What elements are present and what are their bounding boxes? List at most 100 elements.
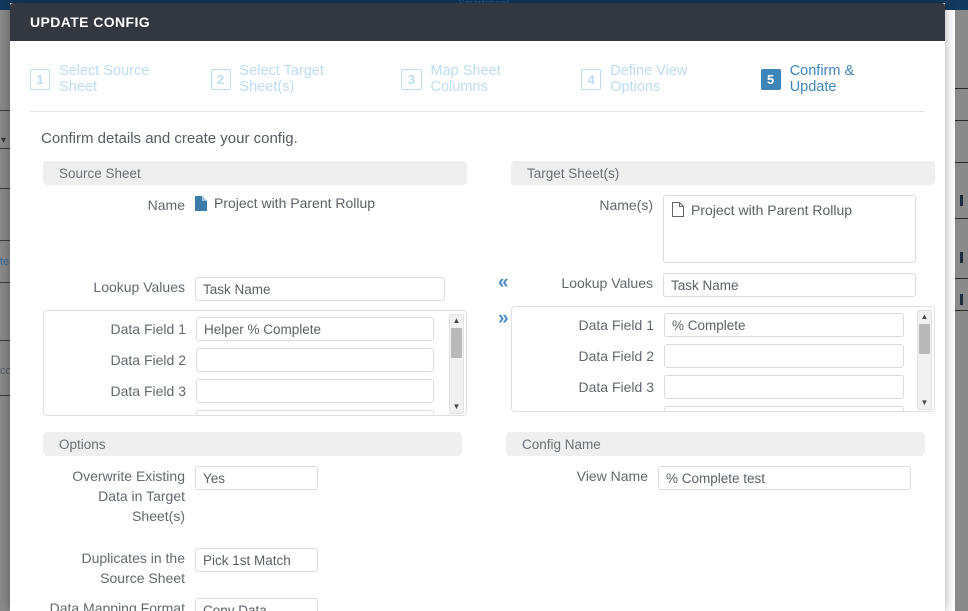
double-chevron-right-icon[interactable]: »: [498, 309, 509, 328]
source-data-fields-panel: Data Field 1 Helper % Complete Data Fiel…: [43, 310, 467, 416]
target-column: Target Sheet(s) Name(s) Project with Par…: [511, 161, 935, 416]
option-duplicates-input[interactable]: Pick 1st Match: [195, 548, 318, 572]
target-name-list[interactable]: Project with Parent Rollup: [663, 195, 916, 263]
step-3-number: 3: [401, 68, 422, 90]
step-4-label: Define View Options: [610, 63, 688, 95]
document-outline-icon: [672, 202, 684, 217]
source-lookup-input[interactable]: Task Name: [195, 277, 445, 301]
target-lookup-input[interactable]: Task Name: [663, 273, 916, 297]
step-1-number: 1: [30, 68, 51, 90]
target-data-field-3-label: Data Field 3: [578, 379, 654, 395]
source-section-header: Source Sheet: [43, 161, 467, 185]
source-data-field-row-3: Data Field 3: [44, 379, 466, 403]
view-name-value: % Complete test: [666, 470, 766, 486]
option-mapping-format-input[interactable]: Copy Data: [195, 598, 318, 611]
step-4-number: 4: [581, 68, 602, 90]
step-1[interactable]: 1 Select Source Sheet: [30, 63, 185, 95]
scroll-down-icon[interactable]: ▼: [453, 403, 461, 411]
scroll-down-icon[interactable]: ▼: [921, 399, 929, 407]
step-3[interactable]: 3 Map Sheet Columns: [401, 63, 555, 95]
option-row-duplicates: Duplicates in the Source Sheet Pick 1st …: [43, 548, 462, 588]
page-root: Smartsheet ▾ te co UPDATE CONFIG: [0, 0, 968, 611]
target-data-field-4-input[interactable]: [664, 406, 904, 411]
source-data-field-3-input[interactable]: [196, 379, 434, 403]
target-lookup-value: Task Name: [671, 277, 739, 293]
target-data-field-1-value: % Complete: [672, 317, 746, 333]
source-data-field-2-input[interactable]: [196, 348, 434, 372]
target-data-field-3-input[interactable]: [664, 375, 904, 399]
target-data-field-row-2: Data Field 2: [512, 344, 934, 368]
source-name-row: Name Project with Parent Rollup: [43, 195, 467, 215]
target-data-fields-panel: Data Field 1 % Complete Data Field 2 Dat…: [511, 306, 935, 412]
source-data-field-1-input[interactable]: Helper % Complete: [196, 317, 434, 341]
options-column: Options Overwrite Existing Data in Targe…: [43, 432, 462, 611]
target-data-field-2-label: Data Field 2: [578, 348, 654, 364]
config-name-section-title: Config Name: [522, 436, 601, 452]
intro-text: Confirm details and create your config.: [41, 130, 298, 147]
option-mapping-format-value: Copy Data: [203, 602, 267, 611]
target-data-field-4-label: Data Field 4: [512, 410, 664, 411]
option-duplicates-value: Pick 1st Match: [203, 552, 291, 568]
scroll-up-icon[interactable]: ▲: [453, 317, 461, 325]
scrollbar-thumb[interactable]: [451, 328, 462, 358]
modal-body: 1 Select Source Sheet 2 Select Target Sh…: [10, 41, 945, 611]
source-data-field-1-value: Helper % Complete: [204, 321, 322, 337]
source-data-field-1-label: Data Field 1: [110, 321, 186, 337]
modal-header: UPDATE CONFIG: [10, 3, 945, 41]
source-data-field-2-label: Data Field 2: [110, 352, 186, 368]
option-mapping-format-label: Data Mapping Format: [49, 600, 185, 611]
scrollbar-thumb[interactable]: [919, 324, 930, 354]
option-duplicates-label: Duplicates in the Source Sheet: [81, 550, 185, 586]
source-data-field-3-label: Data Field 3: [110, 383, 186, 399]
target-section-title: Target Sheet(s): [527, 165, 620, 181]
target-data-field-1-label: Data Field 1: [578, 317, 654, 333]
options-section-title: Options: [59, 436, 106, 452]
source-lookup-label: Lookup Values: [93, 279, 185, 295]
step-5-number: 5: [760, 68, 781, 90]
double-chevron-left-icon[interactable]: «: [498, 273, 509, 292]
source-lookup-value: Task Name: [203, 281, 271, 297]
step-4[interactable]: 4 Define View Options: [581, 63, 734, 95]
view-name-input[interactable]: % Complete test: [658, 466, 911, 490]
update-config-modal: UPDATE CONFIG 1 Select Source Sheet 2 Se…: [10, 3, 945, 611]
view-name-row: View Name % Complete test: [506, 466, 925, 490]
source-data-fields-scrollbar[interactable]: ▲ ▼: [449, 314, 464, 414]
view-name-label: View Name: [576, 468, 648, 484]
options-section-header: Options: [43, 432, 462, 456]
target-name-label: Name(s): [599, 197, 653, 213]
source-column: Source Sheet Name Project with Parent Ro…: [43, 161, 467, 416]
source-lookup-row: Lookup Values Task Name: [43, 277, 467, 301]
config-name-section-header: Config Name: [506, 432, 925, 456]
step-5[interactable]: 5 Confirm & Update: [760, 63, 899, 95]
target-lookup-label: Lookup Values: [561, 275, 653, 291]
source-section-title: Source Sheet: [59, 165, 141, 181]
source-data-field-4-input[interactable]: [196, 410, 434, 415]
target-lookup-row: Lookup Values Task Name: [511, 273, 935, 297]
scroll-up-icon[interactable]: ▲: [921, 313, 929, 321]
option-row-overwrite: Overwrite Existing Data in Target Sheet(…: [43, 466, 462, 526]
target-data-field-2-input[interactable]: [664, 344, 904, 368]
target-section-header: Target Sheet(s): [511, 161, 935, 185]
option-row-mapping-format: Data Mapping Format Copy Data: [43, 598, 462, 611]
step-indicator: 1 Select Source Sheet 2 Select Target Sh…: [30, 41, 925, 112]
option-overwrite-label: Overwrite Existing Data in Target Sheet(…: [72, 468, 185, 524]
target-data-fields-scrollbar[interactable]: ▲ ▼: [917, 310, 932, 410]
source-name-value: Project with Parent Rollup: [214, 195, 376, 211]
target-name-row: Name(s) Project with Parent Rollup: [511, 195, 935, 263]
bottom-columns: Options Overwrite Existing Data in Targe…: [30, 432, 925, 611]
option-overwrite-input[interactable]: Yes: [195, 466, 318, 490]
step-2[interactable]: 2 Select Target Sheet(s): [210, 63, 376, 95]
source-data-field-row-2: Data Field 2: [44, 348, 466, 372]
chevron-down-icon: ▾: [1, 135, 7, 146]
source-data-field-row-1: Data Field 1 Helper % Complete: [44, 317, 466, 341]
target-name-value: Project with Parent Rollup: [691, 202, 853, 218]
step-2-number: 2: [210, 68, 231, 90]
step-5-label: Confirm & Update: [789, 63, 855, 95]
target-data-field-row-3: Data Field 3: [512, 375, 934, 399]
step-3-label: Map Sheet Columns: [430, 63, 501, 95]
source-name-label: Name: [147, 197, 185, 213]
step-1-label: Select Source Sheet: [59, 63, 150, 95]
target-data-field-row-4: Data Field 4: [512, 406, 934, 411]
target-data-field-1-input[interactable]: % Complete: [664, 313, 904, 337]
source-data-field-4-label: Data Field 4: [44, 414, 196, 415]
